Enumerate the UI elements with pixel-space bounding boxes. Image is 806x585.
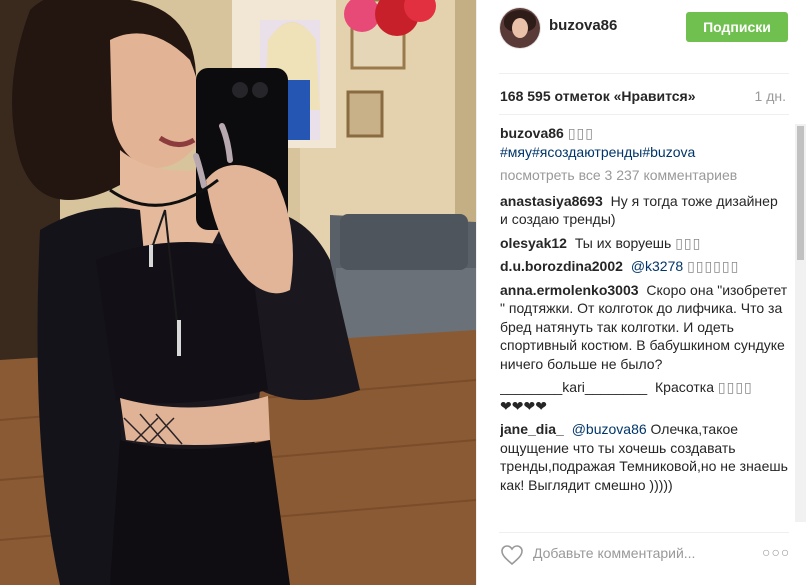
divider bbox=[499, 114, 789, 115]
likes-count[interactable]: 168 595 отметок «Нравится» bbox=[500, 88, 696, 104]
avatar-face bbox=[512, 18, 528, 38]
comment-text: Красотка bbox=[655, 379, 715, 395]
comment-hearts: ❤❤❤❤ bbox=[500, 397, 547, 414]
like-heart-icon[interactable] bbox=[500, 543, 524, 567]
avatar[interactable] bbox=[500, 8, 540, 48]
comment-username[interactable]: d.u.borozdina2002 bbox=[500, 258, 623, 274]
instagram-post-window: buzova86 Подписки 168 595 отметок «Нрави… bbox=[0, 0, 806, 585]
add-comment-input[interactable]: Добавьте комментарий... bbox=[533, 545, 695, 561]
comment: anastasiya8693 Ну я тогда тоже дизайнер … bbox=[500, 192, 788, 229]
scrollbar-thumb[interactable] bbox=[797, 126, 804, 260]
comment-emoji: ▯▯▯▯ bbox=[717, 379, 753, 395]
follow-button[interactable]: Подписки bbox=[686, 12, 788, 42]
comment-username[interactable]: olesyak12 bbox=[500, 235, 567, 251]
comment-emoji: ▯▯▯ bbox=[675, 234, 702, 251]
comment-mention[interactable]: @buzova86 bbox=[572, 421, 647, 437]
more-options-icon[interactable]: ○○○ bbox=[762, 544, 790, 560]
comment-username[interactable]: jane_dia_ bbox=[500, 421, 564, 437]
comment: ________kari________ Красотка ▯▯▯▯ ❤❤❤❤ bbox=[500, 378, 788, 415]
caption-emoji: ▯▯▯ bbox=[567, 125, 594, 141]
divider bbox=[499, 73, 789, 74]
post-sidebar: buzova86 Подписки 168 595 отметок «Нрави… bbox=[476, 0, 806, 585]
photo-illustration bbox=[0, 0, 476, 585]
comment: anna.ermolenko3003 Скоро она "изобретет … bbox=[500, 281, 788, 374]
post-time[interactable]: 1 дн. bbox=[755, 88, 786, 104]
comments-scrollbar[interactable] bbox=[795, 124, 806, 522]
post-header: buzova86 Подписки bbox=[477, 0, 806, 56]
comments-list: buzova86 ▯▯▯ #мяу#ясоздаютренды#buzova по… bbox=[500, 124, 788, 522]
comment-text: Ты их воруешь bbox=[574, 234, 672, 251]
comment-emoji: ▯▯▯▯▯▯ bbox=[687, 258, 740, 274]
view-all-comments-link[interactable]: посмотреть все 3 237 комментариев bbox=[500, 166, 788, 185]
comment-username[interactable]: anastasiya8693 bbox=[500, 193, 603, 209]
comment: jane_dia_ @buzova86 Олечка,такое ощущени… bbox=[500, 420, 788, 494]
comment-mention[interactable]: @k3278 bbox=[631, 258, 683, 274]
post-photo[interactable] bbox=[0, 0, 476, 585]
comment-username[interactable]: anna.ermolenko3003 bbox=[500, 282, 639, 298]
comment: d.u.borozdina2002 @k3278 ▯▯▯▯▯▯ bbox=[500, 257, 788, 276]
divider bbox=[499, 532, 789, 533]
caption-hashtags[interactable]: #мяу#ясоздаютренды#buzova bbox=[500, 144, 695, 160]
comment-username[interactable]: ________kari________ bbox=[500, 379, 647, 395]
comment: olesyak12 Ты их воруешь ▯▯▯ bbox=[500, 234, 788, 253]
post-username[interactable]: buzova86 bbox=[549, 17, 617, 34]
caption: buzova86 ▯▯▯ #мяу#ясоздаютренды#buzova bbox=[500, 124, 788, 161]
caption-username[interactable]: buzova86 bbox=[500, 125, 564, 141]
